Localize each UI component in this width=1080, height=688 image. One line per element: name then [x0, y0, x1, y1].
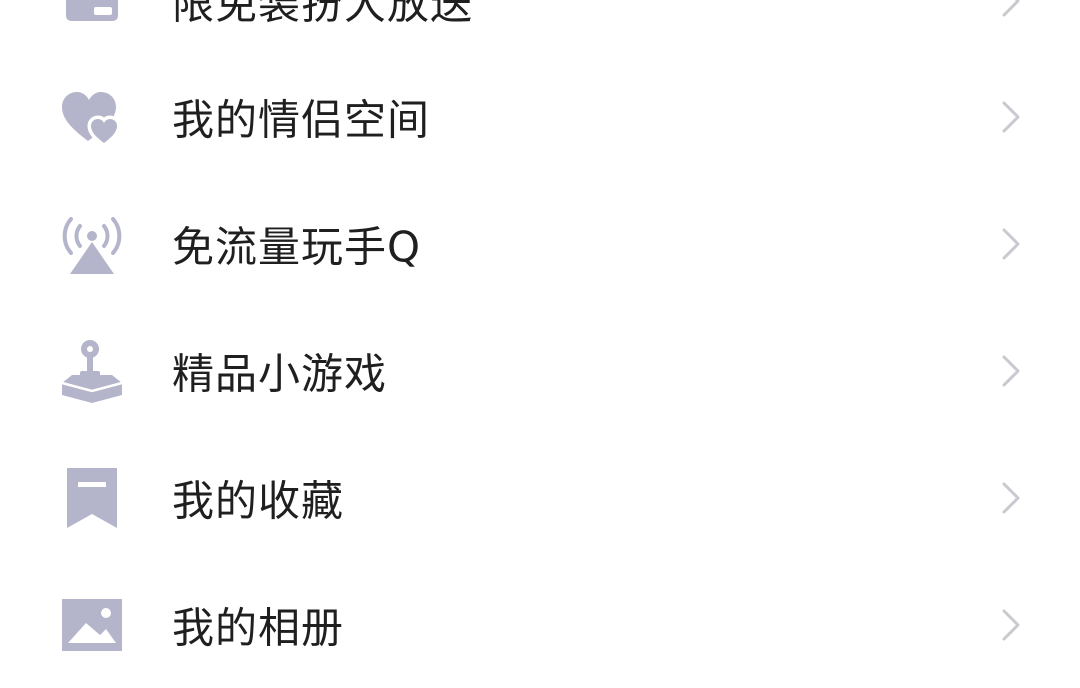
chevron-right-icon	[996, 0, 1024, 21]
joystick-icon	[58, 337, 126, 405]
signal-tower-icon	[58, 210, 126, 278]
chevron-right-icon	[996, 478, 1024, 518]
settings-menu-list: 限免装扮大放送 我的情侣空间 免流量玩手Q 精品小游戏 我的收藏 我的相册	[0, 0, 1080, 675]
menu-item-couple-space[interactable]: 我的情侣空间	[0, 53, 1080, 180]
menu-item-label: 精品小游戏	[172, 349, 388, 398]
chevron-right-icon	[996, 97, 1024, 137]
hearts-icon	[58, 83, 126, 151]
menu-item-label: 我的情侣空间	[172, 95, 431, 144]
menu-item-label: 免流量玩手Q	[172, 222, 422, 271]
chevron-right-icon	[996, 351, 1024, 391]
menu-item-label: 我的收藏	[172, 476, 345, 525]
menu-item-free-data[interactable]: 免流量玩手Q	[0, 180, 1080, 307]
menu-item-mini-games[interactable]: 精品小游戏	[0, 307, 1080, 434]
menu-item-label: 限免装扮大放送	[172, 0, 474, 28]
card-icon	[58, 0, 126, 35]
menu-item-label: 我的相册	[172, 603, 345, 652]
bookmark-icon	[58, 464, 126, 532]
chevron-right-icon	[996, 605, 1024, 645]
menu-item-favorites[interactable]: 我的收藏	[0, 434, 1080, 561]
chevron-right-icon	[996, 224, 1024, 264]
photo-icon	[58, 591, 126, 659]
menu-item-albums[interactable]: 我的相册	[0, 561, 1080, 688]
